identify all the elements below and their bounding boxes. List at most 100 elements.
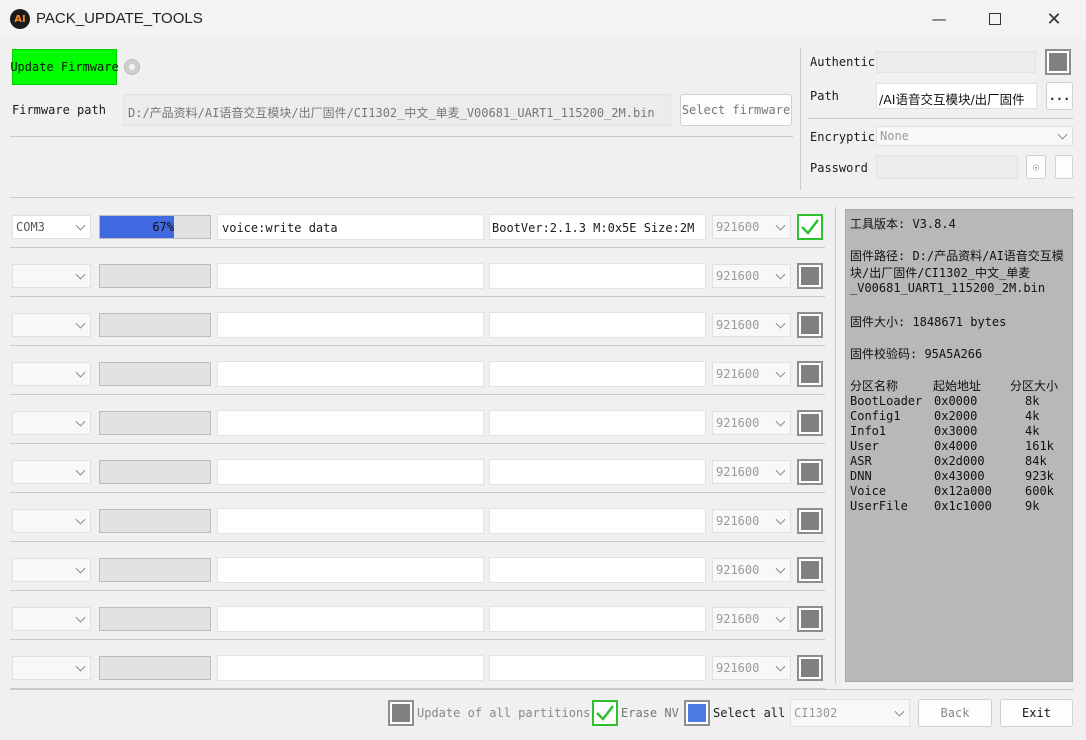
update-all-partitions-label: Update of all partitions: [417, 706, 591, 720]
update-all-partitions-checkbox[interactable]: [388, 700, 414, 726]
checkmark-icon: [801, 219, 819, 235]
partition-size: 8k: [1025, 394, 1040, 408]
port-enable-checkbox[interactable]: [797, 459, 823, 485]
close-icon[interactable]: ✕: [1031, 4, 1077, 34]
encryption-value: None: [880, 129, 909, 143]
password-field[interactable]: [876, 155, 1018, 179]
status-field: [217, 557, 484, 583]
progress-text: [100, 510, 174, 532]
maximize-icon[interactable]: [972, 4, 1018, 34]
baud-rate-select[interactable]: 921600: [712, 313, 791, 337]
baud-rate-select[interactable]: 921600: [712, 607, 791, 631]
progress-bar: [99, 264, 211, 288]
com-port-select[interactable]: COM3: [12, 215, 91, 239]
chip-select[interactable]: CI1302: [790, 699, 910, 727]
status-field: [217, 263, 484, 289]
com-port-select[interactable]: [12, 264, 91, 288]
row-divider: [10, 247, 825, 248]
window-title: PACK_UPDATE_TOOLS: [36, 10, 203, 27]
baud-rate-select[interactable]: 921600: [712, 264, 791, 288]
port-enable-checkbox[interactable]: [797, 606, 823, 632]
device-info-field: [489, 410, 706, 436]
baud-rate-value: 921600: [716, 563, 760, 577]
select-firmware-button[interactable]: Select firmware: [680, 94, 792, 126]
port-enable-checkbox[interactable]: [797, 312, 823, 338]
device-info-field: [489, 655, 706, 681]
partition-size: 161k: [1025, 439, 1054, 453]
encryption-select[interactable]: None: [876, 126, 1073, 146]
encryption-label: Encryptic: [810, 130, 876, 144]
device-info-field: [489, 459, 706, 485]
status-field: [217, 655, 484, 681]
progress-bar: [99, 509, 211, 533]
auth-path-label: Path: [810, 89, 839, 103]
baud-rate-value: 921600: [716, 416, 760, 430]
progress-text: [100, 363, 174, 385]
firmware-path-field[interactable]: D:/产品资料/AI语音交互模块/出厂固件/CI1302_中文_单麦_V0068…: [123, 94, 671, 126]
progress-bar: [99, 411, 211, 435]
com-port-select[interactable]: [12, 656, 91, 680]
baud-rate-select[interactable]: 921600: [712, 215, 791, 239]
password-label: Password: [810, 161, 868, 175]
authentic-checkbox[interactable]: [1045, 49, 1071, 75]
row-divider: [10, 443, 825, 444]
progress-bar: [99, 313, 211, 337]
back-button[interactable]: Back: [918, 699, 992, 727]
baud-rate-value: 921600: [716, 269, 760, 283]
com-port-select[interactable]: [12, 509, 91, 533]
progress-text: [100, 461, 174, 483]
tool-version: 工具版本: V3.8.4: [850, 217, 956, 231]
port-enable-checkbox[interactable]: [797, 361, 823, 387]
baud-rate-value: 921600: [716, 612, 760, 626]
port-enable-checkbox[interactable]: [797, 557, 823, 583]
partition-name: DNN: [850, 469, 872, 483]
status-field: [217, 459, 484, 485]
partition-size: 4k: [1025, 409, 1040, 423]
com-port-select[interactable]: [12, 607, 91, 631]
update-firmware-button[interactable]: Update Firmware: [10, 49, 119, 85]
partition-name: Info1: [850, 424, 887, 438]
port-enable-checkbox[interactable]: [797, 655, 823, 681]
baud-rate-value: 921600: [716, 465, 760, 479]
authentic-label: Authentic: [810, 55, 876, 69]
baud-rate-select[interactable]: 921600: [712, 362, 791, 386]
authentic-field[interactable]: [876, 51, 1036, 73]
baud-rate-select[interactable]: 921600: [712, 509, 791, 533]
port-enable-checkbox[interactable]: [797, 508, 823, 534]
com-port-select[interactable]: [12, 313, 91, 337]
exit-button[interactable]: Exit: [1000, 699, 1073, 727]
select-all-checkbox[interactable]: [684, 700, 710, 726]
com-port-value: COM3: [16, 220, 45, 234]
partition-name: User: [850, 439, 879, 453]
baud-rate-select[interactable]: 921600: [712, 558, 791, 582]
password-option-button[interactable]: [1055, 155, 1073, 179]
partition-size: 84k: [1025, 454, 1047, 468]
com-port-select[interactable]: [12, 460, 91, 484]
progress-text: 67%: [152, 220, 174, 234]
device-info-field: [489, 508, 706, 534]
minimize-icon[interactable]: —: [916, 4, 962, 34]
baud-rate-select[interactable]: 921600: [712, 656, 791, 680]
auth-path-field[interactable]: /AI语音交互模块/出厂固件: [876, 83, 1037, 109]
erase-nv-checkbox[interactable]: [592, 700, 618, 726]
browse-button[interactable]: ...: [1046, 82, 1073, 110]
port-enable-checkbox[interactable]: [797, 214, 823, 240]
checkmark-icon: [596, 705, 614, 721]
status-field: [217, 508, 484, 534]
baud-rate-select[interactable]: 921600: [712, 411, 791, 435]
row-divider: [10, 541, 825, 542]
device-info-field: [489, 606, 706, 632]
progress-text: [100, 559, 174, 581]
row-divider: [10, 492, 825, 493]
partition-address: 0x1c1000: [934, 499, 992, 513]
partition-name: Voice: [850, 484, 887, 498]
baud-rate-select[interactable]: 921600: [712, 460, 791, 484]
com-port-select[interactable]: [12, 362, 91, 386]
status-radio: [124, 59, 140, 75]
com-port-select[interactable]: [12, 411, 91, 435]
partition-name: UserFile: [850, 499, 908, 513]
port-enable-checkbox[interactable]: [797, 263, 823, 289]
show-password-icon[interactable]: ☉: [1026, 155, 1046, 179]
com-port-select[interactable]: [12, 558, 91, 582]
port-enable-checkbox[interactable]: [797, 410, 823, 436]
